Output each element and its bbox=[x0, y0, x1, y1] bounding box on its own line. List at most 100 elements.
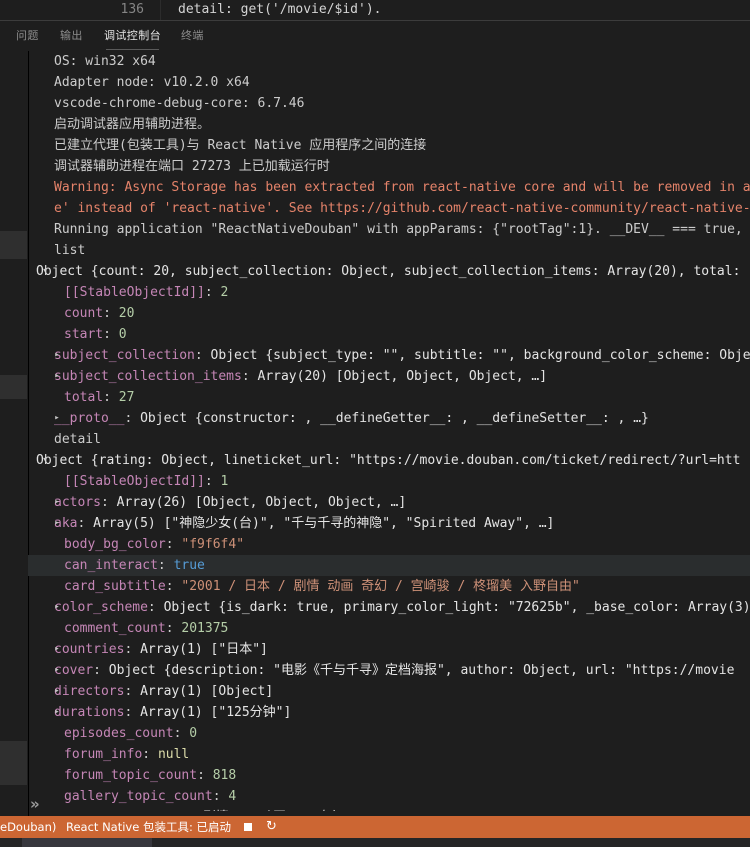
console-token-plain: Running application "ReactNativeDouban" … bbox=[54, 222, 750, 237]
console-line[interactable]: start: 0 bbox=[28, 324, 750, 345]
console-token-num: 4 bbox=[228, 789, 237, 804]
console-token-obj: Array(26) [Object, Object, Object, …] bbox=[116, 495, 407, 510]
console-token-num: 0 bbox=[118, 327, 127, 342]
panel-tab-0[interactable]: 问题 bbox=[16, 21, 39, 51]
console-token-obj: Object {description: "电影《千与千寻》定档海报", aut… bbox=[108, 663, 735, 678]
console-token-plain: : bbox=[142, 747, 158, 762]
console-line[interactable]: countries: Array(1) ["日本"] bbox=[28, 639, 750, 660]
console-token-obj: Object {constructor: , __defineGetter__:… bbox=[140, 411, 649, 426]
console-token-key: total bbox=[64, 390, 104, 405]
console-line[interactable]: [[StableObjectId]]: 2 bbox=[28, 282, 750, 303]
restart-icon[interactable]: ↻ bbox=[266, 816, 277, 838]
console-line[interactable]: card_subtitle: "2001 / 日本 / 剧情 动画 奇幻 / 宫… bbox=[28, 576, 750, 597]
chevron-right-icon[interactable] bbox=[48, 639, 66, 660]
console-line[interactable]: count: 20 bbox=[28, 303, 750, 324]
console-line[interactable]: [[StableObjectId]]: 1 bbox=[28, 471, 750, 492]
console-line[interactable]: e' instead of 'react-native'. See https:… bbox=[28, 198, 750, 219]
console-token-plain: : bbox=[165, 621, 182, 636]
console-line[interactable]: 调试器辅助进程在端口 27273 上已加载运行时 bbox=[28, 156, 750, 177]
console-token-strval: "2001 / 日本 / 剧情 动画 奇幻 / 宫崎骏 / 柊瑠美 入野自由" bbox=[181, 579, 580, 594]
console-token-plain: vscode-chrome-debug-core: 6.7.46 bbox=[54, 96, 305, 111]
chevron-down-icon[interactable] bbox=[36, 261, 54, 282]
console-line[interactable]: Object {count: 20, subject_collection: O… bbox=[28, 261, 750, 282]
console-line[interactable]: forum_info: null bbox=[28, 744, 750, 765]
console-token-obj: Array(1) ["125分钟"] bbox=[140, 705, 292, 720]
console-token-plain: : bbox=[212, 789, 229, 804]
console-token-plain: : bbox=[103, 390, 119, 405]
console-line[interactable]: cover: Object {description: "电影《千与千寻》定档海… bbox=[28, 660, 750, 681]
console-line[interactable]: genres: Array(3) ["剧情", "动画", "奇幻"] bbox=[28, 807, 750, 811]
console-line[interactable]: detail bbox=[28, 429, 750, 450]
status-bar: eDouban) React Native 包装工具: 已启动 ↻ bbox=[0, 816, 750, 838]
chevron-right-icon[interactable] bbox=[48, 492, 66, 513]
chevron-right-icon[interactable] bbox=[48, 408, 66, 429]
console-line[interactable]: Running application "ReactNativeDouban" … bbox=[28, 219, 750, 240]
chevron-right-icon[interactable] bbox=[48, 807, 66, 811]
editor-line-number: 136 bbox=[120, 2, 144, 17]
panel-tab-2[interactable]: 调试控制台 bbox=[104, 21, 161, 51]
chevron-right-icon[interactable] bbox=[48, 513, 66, 534]
console-line[interactable]: gallery_topic_count: 4 bbox=[28, 786, 750, 807]
debug-console-output[interactable]: OS: win32 x64 Adapter node: v10.2.0 x64 vs… bbox=[28, 51, 750, 811]
console-token-obj: Object {count: 20, subject_collection: O… bbox=[36, 264, 741, 279]
console-token-plain: : bbox=[241, 369, 258, 384]
console-token-key: comment_count bbox=[64, 621, 166, 636]
console-line[interactable]: color_scheme: Object {is_dark: true, pri… bbox=[28, 597, 750, 618]
console-token-obj: Array(1) ["日本"] bbox=[140, 642, 268, 657]
status-packager-item[interactable]: React Native 包装工具: 已启动 bbox=[66, 816, 231, 838]
console-line[interactable]: actors: Array(26) [Object, Object, Objec… bbox=[28, 492, 750, 513]
console-line[interactable]: directors: Array(1) [Object] bbox=[28, 681, 750, 702]
console-token-obj: Object {subject_type: "", subtitle: "", … bbox=[210, 348, 750, 363]
console-line[interactable]: aka: Array(5) ["神隐少女(台)", "千与千寻的神隐", "Sp… bbox=[28, 513, 750, 534]
console-line[interactable]: comment_count: 201375 bbox=[28, 618, 750, 639]
console-token-plain: : bbox=[197, 768, 213, 783]
chevron-right-icon[interactable] bbox=[48, 702, 66, 723]
console-line[interactable]: OS: win32 x64 bbox=[28, 51, 750, 72]
console-token-plain: : bbox=[101, 810, 117, 811]
console-token-obj: Object {is_dark: true, primary_color_lig… bbox=[163, 600, 750, 615]
console-token-num: 1 bbox=[220, 474, 229, 489]
chevron-right-icon[interactable] bbox=[48, 345, 66, 366]
console-line[interactable]: total: 27 bbox=[28, 387, 750, 408]
console-token-plain: : bbox=[165, 537, 182, 552]
console-line[interactable]: durations: Array(1) ["125分钟"] bbox=[28, 702, 750, 723]
stop-icon[interactable] bbox=[240, 816, 256, 838]
console-line[interactable]: episodes_count: 0 bbox=[28, 723, 750, 744]
console-line[interactable]: 已建立代理(包装工具)与 React Native 应用程序之间的连接 bbox=[28, 135, 750, 156]
chevron-down-icon[interactable] bbox=[36, 450, 54, 471]
console-token-plain: 已建立代理(包装工具)与 React Native 应用程序之间的连接 bbox=[54, 138, 427, 153]
console-line[interactable]: subject_collection_items: Array(20) [Obj… bbox=[28, 366, 750, 387]
console-token-key: forum_info bbox=[64, 747, 143, 762]
chevron-right-icon[interactable] bbox=[48, 660, 66, 681]
console-line[interactable]: body_bg_color: "f9f6f4" bbox=[28, 534, 750, 555]
console-token-obj: Array(5) ["神隐少女(台)", "千与千寻的神隐", "Spirite… bbox=[93, 516, 555, 531]
chevron-right-icon[interactable] bbox=[48, 681, 66, 702]
panel-tab-1[interactable]: 输出 bbox=[60, 21, 83, 51]
chevron-right-icon[interactable] bbox=[48, 597, 66, 618]
console-line[interactable]: 启动调试器应用辅助进程。 bbox=[28, 114, 750, 135]
console-token-obj: Object {rating: Object, lineticket_url: … bbox=[36, 453, 741, 468]
console-line[interactable]: __proto__: Object {constructor: , __defi… bbox=[28, 408, 750, 429]
console-line[interactable]: list bbox=[28, 240, 750, 261]
console-line[interactable]: can_interact: true bbox=[28, 555, 750, 576]
console-line[interactable]: Warning: Async Storage has been extracte… bbox=[28, 177, 750, 198]
editor-overview-gutter[interactable] bbox=[0, 51, 29, 817]
chevron-right-icon[interactable] bbox=[48, 366, 66, 387]
console-token-null: null bbox=[157, 747, 190, 762]
console-line[interactable]: vscode-chrome-debug-core: 6.7.46 bbox=[28, 93, 750, 114]
console-line[interactable]: forum_topic_count: 818 bbox=[28, 765, 750, 786]
console-token-plain: : bbox=[204, 474, 221, 489]
console-token-plain: : bbox=[165, 579, 182, 594]
panel-tab-3[interactable]: 终端 bbox=[181, 21, 204, 51]
editor-tab-active[interactable] bbox=[22, 838, 152, 847]
console-token-plain: : bbox=[194, 348, 211, 363]
console-token-key: episodes_count bbox=[64, 726, 174, 741]
console-line[interactable]: subject_collection: Object {subject_type… bbox=[28, 345, 750, 366]
console-line[interactable]: Object {rating: Object, lineticket_url: … bbox=[28, 450, 750, 471]
status-project-item[interactable]: eDouban) bbox=[0, 816, 56, 838]
console-line[interactable]: Adapter node: v10.2.0 x64 bbox=[28, 72, 750, 93]
console-token-plain: : bbox=[124, 705, 141, 720]
console-token-key: color_scheme bbox=[54, 600, 148, 615]
editor-tab-strip-sliver bbox=[0, 838, 750, 847]
console-token-plain: 调试器辅助进程在端口 27273 上已加载运行时 bbox=[54, 159, 330, 174]
